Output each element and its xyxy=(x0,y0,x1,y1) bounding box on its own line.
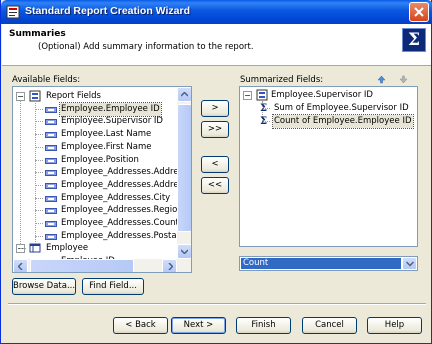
remove-all-fields-button[interactable]: << xyxy=(201,177,229,194)
summarized-fields-tree[interactable]: − Employee.Supervisor ID Σ Sum of Employ… xyxy=(239,86,418,247)
scroll-left-button[interactable] xyxy=(13,259,28,272)
field-icon xyxy=(45,144,57,151)
find-field-button[interactable]: Find Field... xyxy=(82,278,144,295)
scroll-thumb[interactable] xyxy=(177,104,191,232)
tree-connector xyxy=(35,223,43,224)
tree-item-label: Employee_Addresses.Region xyxy=(61,205,183,216)
chevron-down-icon xyxy=(406,261,414,267)
close-icon xyxy=(414,7,424,17)
page-title: Summaries xyxy=(9,29,66,39)
tree-item-label: Employee.Last Name xyxy=(61,129,152,140)
summary-item-row-selected[interactable]: Σ Count of Employee.Employee ID xyxy=(240,114,417,129)
tree-item-label: Employee_Addresses.Postal Co xyxy=(61,230,192,241)
tree-connector xyxy=(35,146,43,148)
separator xyxy=(8,303,426,305)
available-vertical-scrollbar[interactable] xyxy=(177,87,191,259)
tree-connector xyxy=(35,108,43,110)
sigma-icon: Σ xyxy=(402,28,426,52)
summary-type-dropdown[interactable]: Count xyxy=(239,256,418,271)
summary-group-row[interactable]: − Employee.Supervisor ID xyxy=(240,89,417,102)
help-button[interactable]: Help xyxy=(367,317,422,334)
tree-item-label: Employee xyxy=(46,243,89,254)
scroll-right-button[interactable] xyxy=(162,259,177,272)
tree-connector xyxy=(35,121,43,123)
tree-group-table[interactable]: − Employee xyxy=(13,242,176,255)
tree-connector xyxy=(20,248,26,250)
tree-item-label: Employee.Employee ID xyxy=(59,101,162,117)
next-button[interactable]: Next > xyxy=(171,317,226,334)
sigma-icon: Σ xyxy=(260,103,268,114)
chevron-right-icon xyxy=(168,263,173,270)
collapse-toggle[interactable]: − xyxy=(243,91,252,100)
collapse-toggle[interactable]: − xyxy=(16,92,25,101)
field-icon xyxy=(45,157,57,164)
tree-connector xyxy=(35,172,43,174)
field-icon xyxy=(45,195,57,202)
tree-connector xyxy=(35,210,43,212)
browse-data-button[interactable]: Browse Data... xyxy=(12,278,76,295)
tree-connector xyxy=(20,101,21,244)
arrow-down-icon[interactable] xyxy=(399,75,408,84)
report-app-icon xyxy=(6,5,20,19)
field-icon xyxy=(45,119,57,126)
table-icon xyxy=(29,243,41,253)
tree-connector xyxy=(35,235,43,237)
summarized-fields-label: Summarized Fields: xyxy=(240,75,324,85)
add-field-button[interactable]: > xyxy=(201,100,229,117)
tree-item-label: Employee_Addresses.Address1 xyxy=(61,167,192,178)
available-horizontal-scrollbar[interactable] xyxy=(13,259,191,272)
back-button[interactable]: < Back xyxy=(113,317,168,334)
wizard-header: Summaries (Optional) Add summary informa… xyxy=(2,24,431,66)
tree-item-label: Report Fields xyxy=(46,91,101,101)
available-fields-tree[interactable]: − Report Fields Employee.Employee ID Employ… xyxy=(12,86,192,273)
page-subtitle: (Optional) Add summary information to th… xyxy=(38,42,254,52)
field-icon xyxy=(45,106,57,113)
dropdown-button[interactable] xyxy=(402,257,417,270)
summary-item-label: Sum of Employee.Supervisor ID xyxy=(274,103,409,113)
title-bar[interactable]: Standard Report Creation Wizard xyxy=(1,0,432,24)
tree-item-label: Employee_Addresses.City xyxy=(61,192,171,203)
tree-item-label: Employee_Addresses.Address2 xyxy=(61,179,192,190)
tree-item-label: Employee.First Name xyxy=(61,141,152,152)
finish-button[interactable]: Finish xyxy=(236,317,291,334)
summary-type-value: Count xyxy=(241,258,401,269)
arrow-up-icon[interactable] xyxy=(377,75,386,84)
group-icon xyxy=(256,89,268,101)
field-icon xyxy=(45,132,57,139)
tree-connector xyxy=(35,197,43,199)
summary-group-label: Employee.Supervisor ID xyxy=(271,90,373,100)
scroll-down-button[interactable] xyxy=(177,244,191,259)
cancel-button[interactable]: Cancel xyxy=(302,317,357,334)
tree-item-label: Employee.Position xyxy=(61,154,139,165)
sigma-icon: Σ xyxy=(260,116,268,127)
chevron-left-icon xyxy=(18,263,23,270)
tree-connector xyxy=(35,134,43,136)
available-fields-label: Available Fields: xyxy=(12,75,81,85)
scroll-up-button[interactable] xyxy=(177,87,191,102)
tree-item-label: Employee.Supervisor ID xyxy=(61,116,163,127)
close-button[interactable] xyxy=(409,2,429,22)
field-icon xyxy=(45,233,57,240)
summary-item-label: Count of Employee.Employee ID xyxy=(272,114,414,129)
tree-group-report-fields[interactable]: − Report Fields xyxy=(13,90,176,103)
remove-field-button[interactable]: < xyxy=(201,156,229,173)
wizard-window: Standard Report Creation Wizard Summarie… xyxy=(0,0,432,344)
field-icon xyxy=(45,182,57,189)
hscroll-thumb[interactable] xyxy=(30,259,134,272)
tree-connector xyxy=(35,159,43,161)
chevron-down-icon xyxy=(181,249,188,254)
chevron-up-icon xyxy=(181,92,188,97)
field-icon xyxy=(45,208,57,215)
field-icon xyxy=(45,170,57,177)
summary-item-row[interactable]: Σ Sum of Employee.Supervisor ID xyxy=(240,102,417,115)
tree-connector xyxy=(35,184,43,186)
window-title: Standard Report Creation Wizard xyxy=(25,5,191,17)
add-all-fields-button[interactable]: >> xyxy=(201,121,229,138)
field-icon xyxy=(45,221,57,227)
tree-item-label: Employee_Addresses.Country xyxy=(61,218,188,228)
